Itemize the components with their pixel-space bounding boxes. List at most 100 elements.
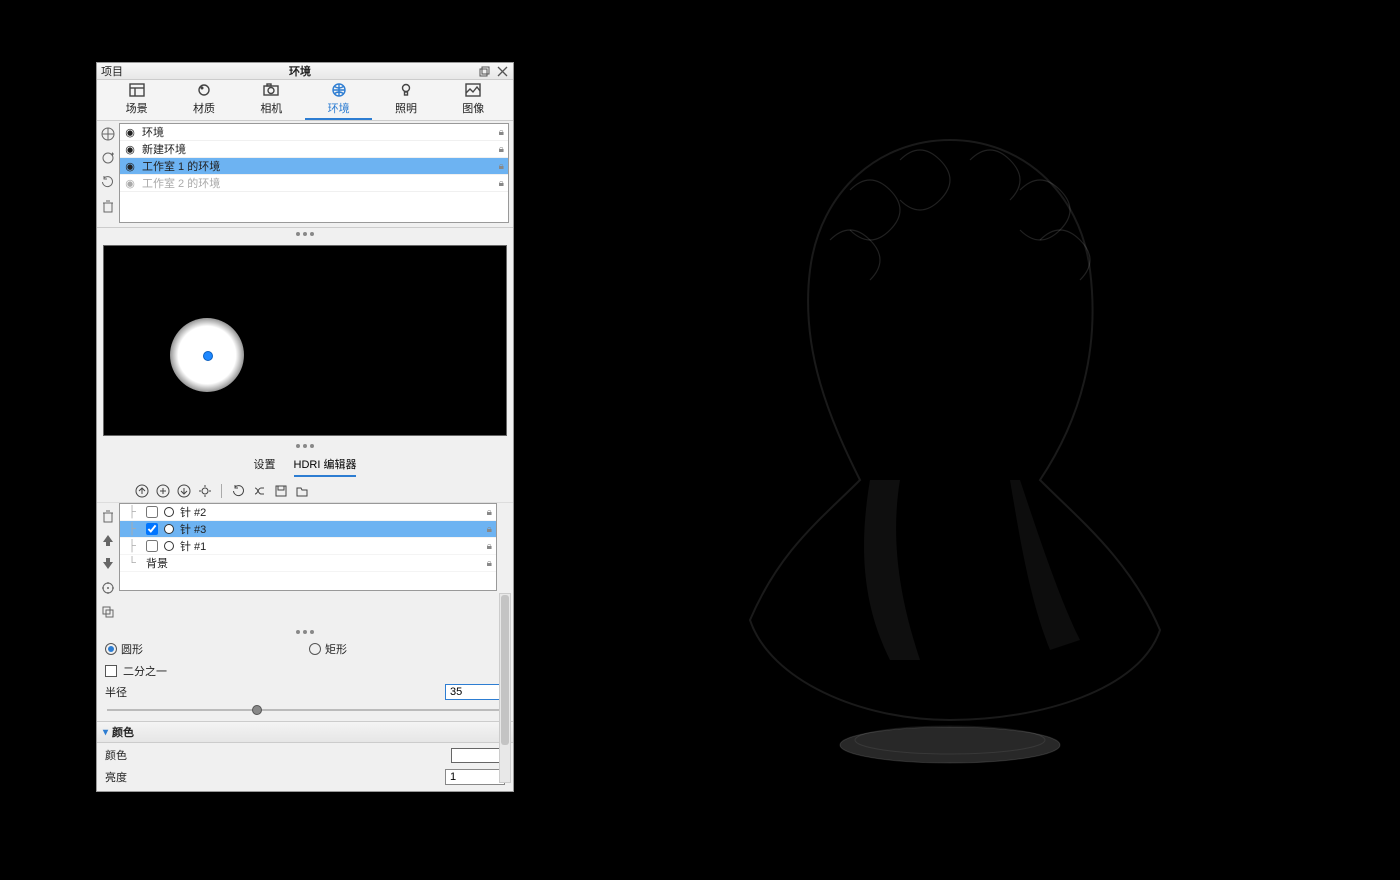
pin-up-icon[interactable] [99,531,117,549]
env-row[interactable]: ◉ 工作室 1 的环境 🔒︎ [120,158,508,175]
subtab-hdri[interactable]: HDRI 编辑器 [294,456,357,477]
tool-open-icon[interactable] [293,482,310,499]
half-row: 二分之一 [97,660,513,682]
tab-lighting-label: 照明 [395,100,417,116]
pin-side-toolbar [97,503,119,625]
brightness-row: 亮度 [97,767,513,791]
radio-icon [309,643,321,655]
hdri-toolbar [97,479,513,503]
slider-thumb[interactable] [252,705,262,715]
env-row-label: 工作室 1 的环境 [142,158,220,174]
bust-sculpture-silhouette [720,120,1180,770]
pin-copy-icon[interactable] [99,603,117,621]
shape-row: 圆形 矩形 [97,638,513,660]
lighting-icon [397,82,415,98]
panel-scrollbar[interactable] [499,593,511,783]
tool-refresh-icon[interactable] [230,482,247,499]
shape-rect-label: 矩形 [325,641,347,657]
half-checkbox[interactable] [105,665,117,677]
lock-icon: 🔒︎ [487,558,492,569]
env-refresh-icon[interactable] [99,173,117,191]
tab-image[interactable]: 图像 [440,82,507,120]
slider-track [107,709,503,711]
tab-image-label: 图像 [462,100,484,116]
tool-sun-icon[interactable] [196,482,213,499]
chevron-down-icon: ▾ [103,727,108,738]
pin-row[interactable]: ├ 针 #3 🔒︎ [120,521,496,538]
splitter-handle[interactable] [97,440,513,453]
tool-save-icon[interactable] [272,482,289,499]
env-trash-icon[interactable] [99,197,117,215]
tab-scene[interactable]: 场景 [103,82,170,120]
top-tabs: 场景 材质 相机 环境 照明 图像 [97,80,513,121]
tree-connector: ├ [124,540,140,552]
tab-lighting[interactable]: 照明 [372,82,439,120]
pin-visibility-checkbox[interactable] [146,523,158,535]
radius-slider[interactable] [107,704,503,715]
subtab-settings[interactable]: 设置 [254,456,276,477]
tool-import-icon[interactable] [175,482,192,499]
pin-label: 针 #2 [180,504,206,520]
tool-export-icon[interactable] [133,482,150,499]
pin-row[interactable]: ├ 针 #2 🔒︎ [120,504,496,521]
globe-icon: ◉ [124,160,136,172]
color-swatch[interactable] [451,748,505,763]
tab-environment-label: 环境 [328,100,350,116]
env-row[interactable]: ◉ 环境 🔒︎ [120,124,508,141]
env-row-label: 环境 [142,124,164,140]
radius-input[interactable] [445,684,505,700]
env-row[interactable]: ◉ 工作室 2 的环境 🔒︎ [120,175,508,192]
env-add-icon[interactable] [99,149,117,167]
lock-icon: 🔒︎ [487,541,492,552]
tab-camera[interactable]: 相机 [238,82,305,120]
tool-add-icon[interactable] [154,482,171,499]
globe-icon: ◉ [124,126,136,138]
sub-tabs: 设置 HDRI 编辑器 [97,452,513,479]
lock-icon: 🔒︎ [499,161,504,172]
environment-list[interactable]: ◉ 环境 🔒︎ ◉ 新建环境 🔒︎ ◉ 工作室 1 的环境 🔒︎ ◉ 工作室 2… [119,123,509,223]
pin-background-label: 背景 [146,555,168,571]
panel-titlebar: 项目 环境 [97,63,513,80]
splitter-handle[interactable] [97,228,513,241]
tool-randomize-icon[interactable] [251,482,268,499]
env-row[interactable]: ◉ 新建环境 🔒︎ [120,141,508,158]
environment-icon [330,82,348,98]
env-globe-icon[interactable] [99,125,117,143]
pin-visibility-checkbox[interactable] [146,540,158,552]
detach-icon[interactable] [477,64,491,78]
hdri-preview[interactable] [103,245,507,436]
pin-shape-icon [164,524,174,534]
pin-down-icon[interactable] [99,555,117,573]
pin-row[interactable]: ├ 针 #1 🔒︎ [120,538,496,555]
pin-target-icon[interactable] [99,579,117,597]
pin-row[interactable]: └ 背景 🔒︎ [120,555,496,572]
env-side-toolbar [97,121,119,227]
color-section-header[interactable]: ▾ 颜色 [97,721,513,743]
pin-shape-icon [164,541,174,551]
scrollbar-thumb[interactable] [501,595,509,745]
env-row-label: 工作室 2 的环境 [142,175,220,191]
image-icon [464,82,482,98]
globe-icon: ◉ [124,143,136,155]
hdri-light-center-dot[interactable] [203,351,213,361]
brightness-input[interactable] [445,769,505,785]
splitter-handle[interactable] [97,625,513,638]
environment-panel: 项目 环境 场景 材质 相机 环境 照明 [96,62,514,792]
scene-icon [128,82,146,98]
lock-icon: 🔒︎ [487,524,492,535]
radius-row: 半径 [97,682,513,702]
pin-list-region: ├ 针 #2 🔒︎ ├ 针 #3 🔒︎ ├ 针 #1 🔒︎ [97,503,513,625]
brightness-label: 亮度 [105,769,127,785]
shape-circle-option[interactable]: 圆形 [105,641,143,657]
pin-visibility-checkbox[interactable] [146,506,158,518]
tab-environment[interactable]: 环境 [305,82,372,120]
tab-camera-label: 相机 [260,100,282,116]
shape-rect-option[interactable]: 矩形 [309,641,347,657]
pin-trash-icon[interactable] [99,507,117,525]
close-icon[interactable] [495,64,509,78]
radius-label: 半径 [105,684,127,700]
pin-list[interactable]: ├ 针 #2 🔒︎ ├ 针 #3 🔒︎ ├ 针 #1 🔒︎ [119,503,497,591]
environment-list-region: ◉ 环境 🔒︎ ◉ 新建环境 🔒︎ ◉ 工作室 1 的环境 🔒︎ ◉ 工作室 2… [97,121,513,228]
tab-material[interactable]: 材质 [170,82,237,120]
color-row: 颜色 [97,743,513,767]
